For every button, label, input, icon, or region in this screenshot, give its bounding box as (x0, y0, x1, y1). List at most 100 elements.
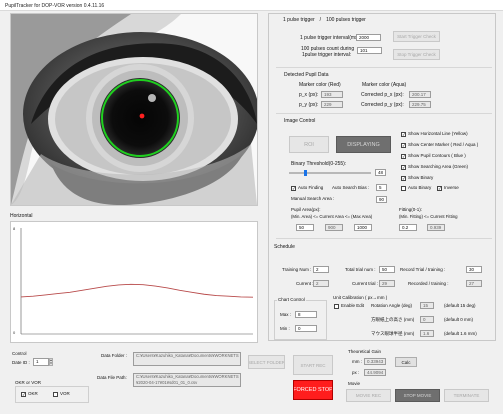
date-id-label: Date ID : (12, 360, 30, 365)
rotation-angle-field[interactable]: 15 (420, 302, 434, 309)
corrected-px-label: Corrected p_x (px): (361, 92, 404, 98)
px-field: 193 (321, 91, 343, 98)
pulse-count-field[interactable]: 101 (357, 47, 382, 54)
roi-button[interactable]: ROI (289, 136, 329, 153)
training-num-label: Training Num : (282, 267, 312, 272)
current-trial-field: 29 (379, 280, 395, 287)
displaying-button[interactable]: DISPLAYING (336, 136, 391, 153)
gain-px-field: 44.9094 (364, 369, 386, 376)
trigger-header: 1 pulse trigger / 100 pulses trigger (283, 17, 366, 23)
auto-finding-label: Auto Finding (298, 185, 324, 190)
current-area-field: 900 (325, 224, 343, 231)
vor-checkbox[interactable] (53, 392, 58, 397)
max-area-field[interactable]: 1000 (354, 224, 372, 231)
current-field: 2 (313, 280, 329, 287)
date-id-spinner-icon[interactable]: ▴ ▾ (49, 358, 53, 366)
show-horizontal-checkbox[interactable] (401, 132, 406, 137)
date-id-field[interactable]: 1 (33, 358, 49, 366)
show-search-checkbox[interactable] (401, 165, 406, 170)
theoretical-gain-header: Theoretical Gain (348, 349, 382, 354)
right-panel (268, 13, 496, 341)
vertical-height-field[interactable]: 0 (420, 316, 434, 323)
total-trial-field[interactable]: 50 (379, 266, 395, 273)
control-header: Control (12, 351, 27, 356)
record-trial-label: Record Trial / training : (400, 267, 446, 272)
start-rec-button[interactable]: START REC (293, 355, 333, 375)
movie-rec-button[interactable]: MOVIE REC (346, 389, 391, 402)
show-contours-checkbox[interactable] (401, 154, 406, 159)
camera-view-panel (10, 13, 258, 206)
okr-checkbox[interactable] (21, 392, 26, 397)
trigger-interval-label: 1 pulse trigger interval(ms): (300, 35, 361, 41)
trigger-interval-field[interactable]: 2000 (356, 34, 381, 41)
image-control-header: Image Control (284, 118, 316, 124)
threshold-field[interactable]: 48 (375, 169, 386, 176)
fitting-range-label: (Min. Fitting) <= Current Fitting (399, 214, 458, 219)
gain-mm-label: mm : (352, 359, 362, 364)
show-search-label: Show Searching Area (Green) (408, 164, 469, 169)
auto-search-bias-field[interactable]: 5 (376, 184, 387, 191)
enable-edit-checkbox[interactable] (334, 304, 339, 309)
pulse-count-label-2: 1pulse trigger interval: (302, 52, 352, 58)
px-label: p_x (px): (299, 92, 319, 98)
record-trial-field[interactable]: 30 (466, 266, 482, 273)
pupil-center-marker (139, 113, 145, 119)
show-center-checkbox[interactable] (401, 143, 406, 148)
vertical-default-label: (default 0 mm) (444, 317, 474, 322)
okr-label: OKR (28, 391, 38, 396)
show-binary-checkbox[interactable] (401, 176, 406, 181)
manual-search-field[interactable]: 90 (376, 196, 387, 203)
window-title: PupilTracker for DOP-VOR version 0.4.11.… (5, 3, 105, 9)
auto-binary-label: Auto Binary (408, 185, 432, 190)
recorded-training-field: 27 (466, 280, 482, 287)
data-folder-label: Data Folder : (101, 353, 128, 358)
horizontal-header: Horizontal (10, 213, 33, 219)
vertical-height-label: 方眼紙上の高さ (mm) (371, 317, 415, 322)
chart-series-line (20, 283, 254, 298)
eye-radius-field[interactable]: 1.6 (420, 330, 434, 337)
enable-edit-label: Enable Edit (341, 303, 365, 308)
corrected-px-field: 200.17 (409, 91, 431, 98)
data-file-field: C:¥Users¥Kazuhiko_Katana¥Documents¥WORKN… (133, 373, 241, 387)
show-binary-label: Show Binary (408, 175, 434, 180)
show-contours-label: Show Pupil Contours ( Blue ) (408, 153, 466, 158)
calc-button[interactable]: Calc (395, 357, 417, 367)
pupil-area-label: Pupil Area(px): (291, 207, 321, 212)
okr-vor-group (15, 386, 89, 403)
area-range-label: (Min. Area) <= Current Area <= (Max Area… (291, 214, 373, 219)
auto-binary-checkbox[interactable] (401, 186, 406, 191)
chart-max-field[interactable]: 8 (295, 311, 317, 318)
show-center-label: Show Center Marker ( Red / Aqua ) (408, 142, 479, 147)
training-num-field[interactable]: 2 (313, 266, 329, 273)
window-title-bar: PupilTracker for DOP-VOR version 0.4.11.… (0, 0, 503, 11)
recorded-training-label: Recorded / training : (408, 281, 449, 286)
auto-finding-checkbox[interactable] (291, 186, 296, 191)
movie-header: Movie (348, 381, 361, 386)
min-fitting-field[interactable]: 0.2 (399, 224, 417, 231)
eye-camera-image[interactable] (11, 14, 257, 205)
inverse-checkbox[interactable] (437, 186, 442, 191)
schedule-header: Schedule (274, 244, 295, 250)
eye-radius-label: マウス眼球半径 (mm) (371, 331, 415, 336)
start-trigger-check-button[interactable]: Start Trigger Check (393, 31, 440, 42)
current-trial-label: Current trial : (352, 281, 379, 286)
rotation-angle-label: Rotation Angle (deg) (371, 303, 413, 308)
horizontal-chart: 80 (13, 226, 254, 335)
chart-min-field[interactable]: 0 (295, 325, 317, 332)
chart-min-label: Min : (280, 326, 290, 331)
divider (276, 67, 492, 68)
stop-movie-button[interactable]: STOP MOVIE (395, 389, 440, 402)
data-folder-field: C:¥Users¥Kazuhiko_Katana¥Documents¥WORKN… (133, 352, 241, 366)
threshold-slider[interactable] (289, 170, 371, 176)
chart-control-group (274, 300, 327, 340)
min-area-field[interactable]: 50 (296, 224, 314, 231)
threshold-slider-thumb[interactable] (304, 170, 307, 176)
terminate-button[interactable]: TERMINATE (444, 389, 489, 402)
forced-stop-button[interactable]: FORCED STOP (293, 380, 333, 400)
corrected-py-field: 229.75 (409, 101, 431, 108)
select-folder-button[interactable]: SELECT FOLDER (248, 355, 285, 369)
stop-trigger-check-button[interactable]: Stop Trigger Check (393, 49, 440, 60)
fitting-label: Fitting(0-1): (399, 207, 423, 212)
current-fitting-field: 0.939 (427, 224, 445, 231)
show-horizontal-label: Show Horizontal Line (Yellow) (408, 131, 468, 136)
